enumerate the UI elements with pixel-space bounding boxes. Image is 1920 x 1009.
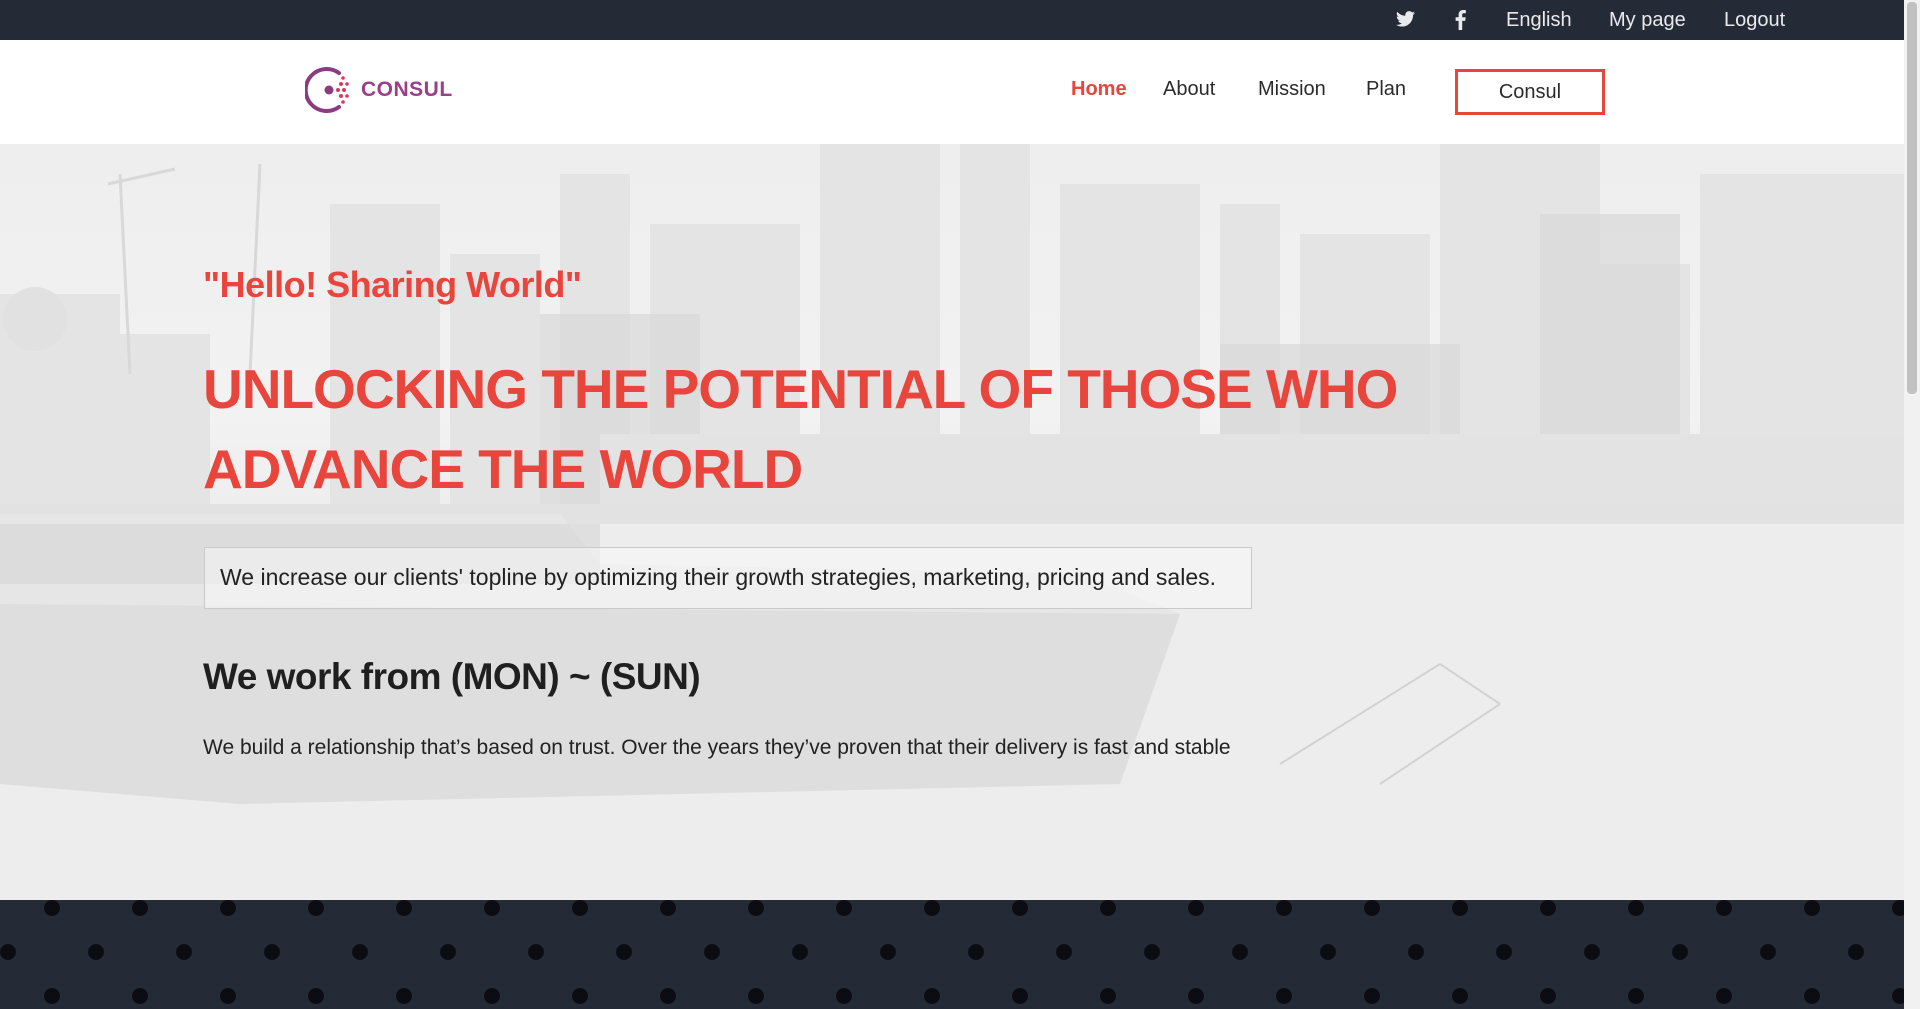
hero-tagline-box: We increase our clients' topline by opti…	[204, 547, 1252, 609]
brand-name: CONSUL	[361, 78, 453, 101]
facebook-icon[interactable]	[1455, 10, 1466, 30]
site-header: CONSUL Home About Mission Plan Consul	[0, 40, 1904, 144]
brand-logo[interactable]: CONSUL	[305, 65, 453, 115]
hero-title: UNLOCKING THE POTENTIAL OF THOSE WHO ADV…	[203, 358, 1398, 500]
page-scrollbar[interactable]	[1904, 0, 1920, 1009]
hero-description: We build a relationship that’s based on …	[203, 736, 1231, 759]
nav-about[interactable]: About	[1163, 78, 1215, 101]
dotted-footer-band	[0, 900, 1904, 1009]
dot-pattern	[0, 900, 1904, 1009]
hero-schedule: We work from (MON) ~ (SUN)	[203, 656, 701, 697]
scrollbar-thumb[interactable]	[1907, 2, 1917, 394]
twitter-icon[interactable]	[1396, 11, 1415, 29]
language-link[interactable]: English	[1506, 0, 1572, 40]
hero-background-image	[0, 144, 1904, 900]
nav-home[interactable]: Home	[1071, 78, 1127, 101]
hero-tagline: We increase our clients' topline by opti…	[220, 564, 1216, 590]
consul-logo-icon	[305, 67, 349, 113]
logout-link[interactable]: Logout	[1724, 0, 1785, 40]
consul-button[interactable]: Consul	[1455, 69, 1605, 115]
nav-mission[interactable]: Mission	[1258, 78, 1326, 101]
my-page-link[interactable]: My page	[1609, 0, 1686, 40]
hero-quote: "Hello! Sharing World"	[203, 264, 582, 305]
hero-section: "Hello! Sharing World" UNLOCKING THE POT…	[0, 144, 1904, 900]
nav-plan[interactable]: Plan	[1366, 78, 1406, 101]
top-bar: English My page Logout	[0, 0, 1904, 40]
